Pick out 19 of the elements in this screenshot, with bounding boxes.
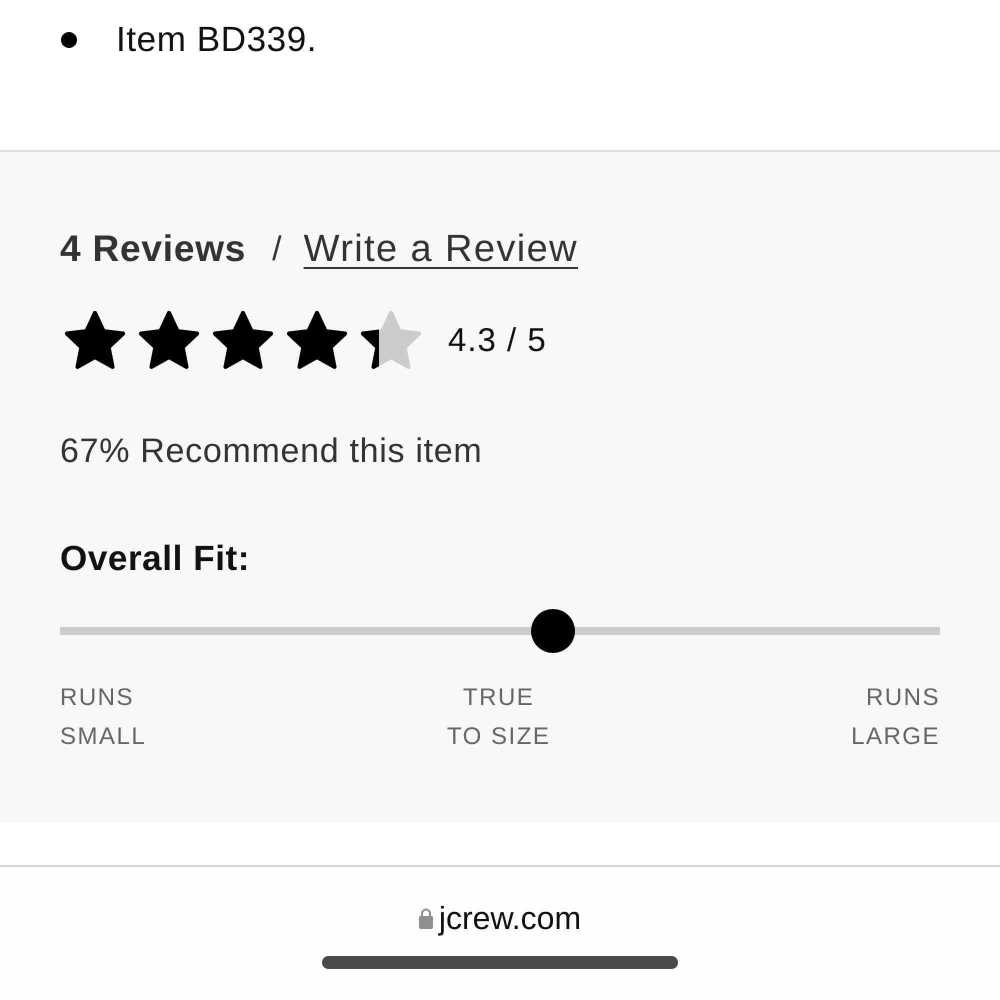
item-number-text: Item BD339.: [116, 19, 318, 61]
url-text[interactable]: jcrew.com: [438, 899, 582, 937]
fit-scale-label: RUNS SMALL: [60, 683, 146, 752]
separator-text: /: [272, 229, 282, 270]
star-icon: [360, 310, 422, 370]
review-count-heading: 4 Reviews: [60, 227, 246, 271]
overall-fit-heading: Overall Fit:: [60, 538, 250, 580]
recommend-text: 67% Recommend this item: [60, 431, 482, 471]
star-icon: [138, 310, 200, 370]
fit-scale-label: RUNS LARGE: [851, 683, 940, 752]
lock-icon: [418, 907, 433, 929]
rating-text: 4.3 / 5: [448, 320, 547, 360]
fit-scale-label: TRUE TO SIZE: [446, 683, 550, 752]
star-icon: [64, 310, 126, 370]
slider-thumb[interactable]: [530, 609, 575, 653]
bullet-icon: [61, 32, 77, 48]
write-review-link[interactable]: Write a Review: [304, 227, 578, 271]
star-icon: [212, 310, 274, 370]
star-icon: [286, 310, 348, 370]
